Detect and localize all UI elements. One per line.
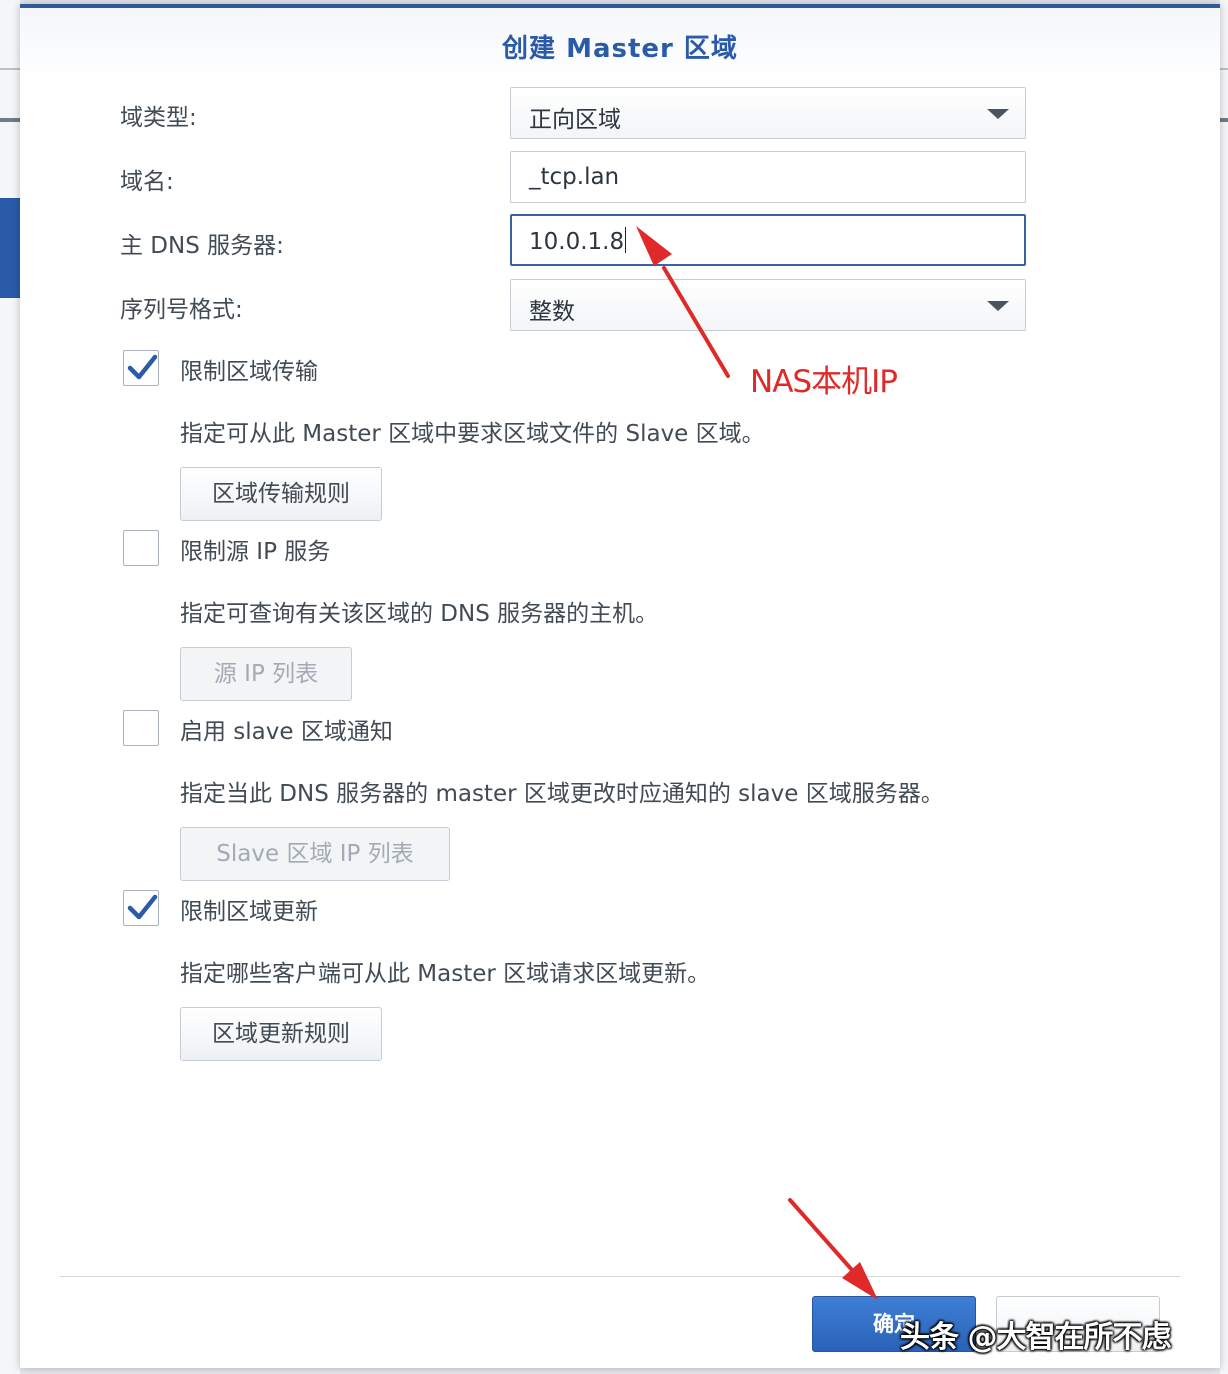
arrow-to-dns-field [636, 226, 730, 378]
arrow-to-ok-button [788, 1198, 878, 1300]
annotation-arrows [636, 226, 878, 1300]
